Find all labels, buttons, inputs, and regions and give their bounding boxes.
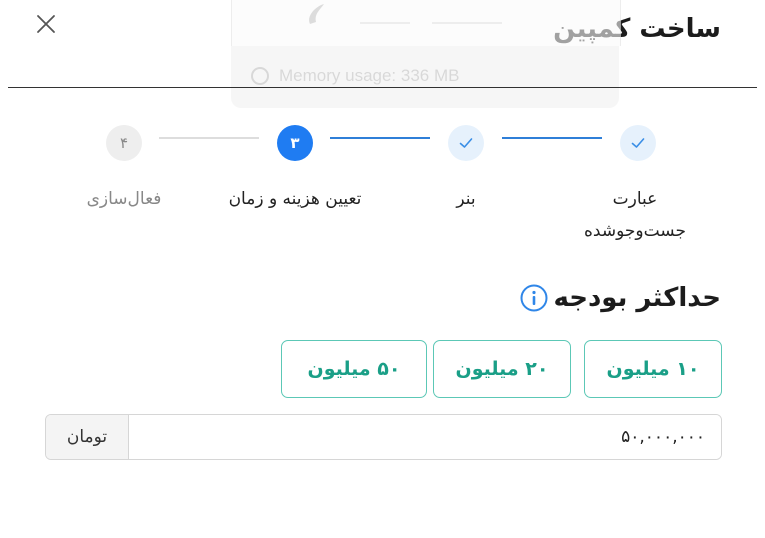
step-1-circle[interactable] — [620, 125, 656, 161]
budget-heading: حداکثر بودجه — [519, 283, 721, 313]
step-4-circle[interactable]: ۴ — [106, 125, 142, 161]
page-title: ساخت کمپین — [553, 14, 721, 44]
preset-10m-button[interactable]: ۱۰ میلیون — [584, 340, 722, 398]
budget-amount-input[interactable] — [129, 415, 721, 459]
step-connector — [159, 137, 259, 139]
step-connector — [330, 137, 430, 139]
close-button[interactable] — [30, 8, 62, 40]
budget-input-group: تومان — [45, 414, 722, 460]
step-2-label: بنر — [456, 189, 476, 209]
step-2-circle[interactable] — [448, 125, 484, 161]
budget-title: حداکثر بودجه — [553, 283, 721, 313]
step-connector — [502, 137, 602, 139]
header-divider — [8, 87, 757, 88]
preset-50m-button[interactable]: ۵۰ میلیون — [281, 340, 427, 398]
step-1-label-line1: عبارت — [612, 189, 658, 209]
step-4-label: فعال‌سازی — [86, 189, 162, 209]
step-1-label-line2: جست‌وجوشده — [584, 221, 686, 241]
info-icon[interactable] — [519, 283, 549, 313]
preset-20m-button[interactable]: ۲۰ میلیون — [433, 340, 571, 398]
currency-unit: تومان — [46, 415, 129, 459]
step-3-label: تعیین هزینه و زمان — [228, 189, 362, 209]
modal-header: ساخت کمپین — [0, 0, 765, 88]
check-icon — [459, 138, 473, 148]
close-icon — [37, 15, 55, 33]
step-3-circle[interactable]: ۳ — [277, 125, 313, 161]
step-1-label: عبارت جست‌وجوشده — [560, 183, 710, 247]
check-icon — [631, 138, 645, 148]
